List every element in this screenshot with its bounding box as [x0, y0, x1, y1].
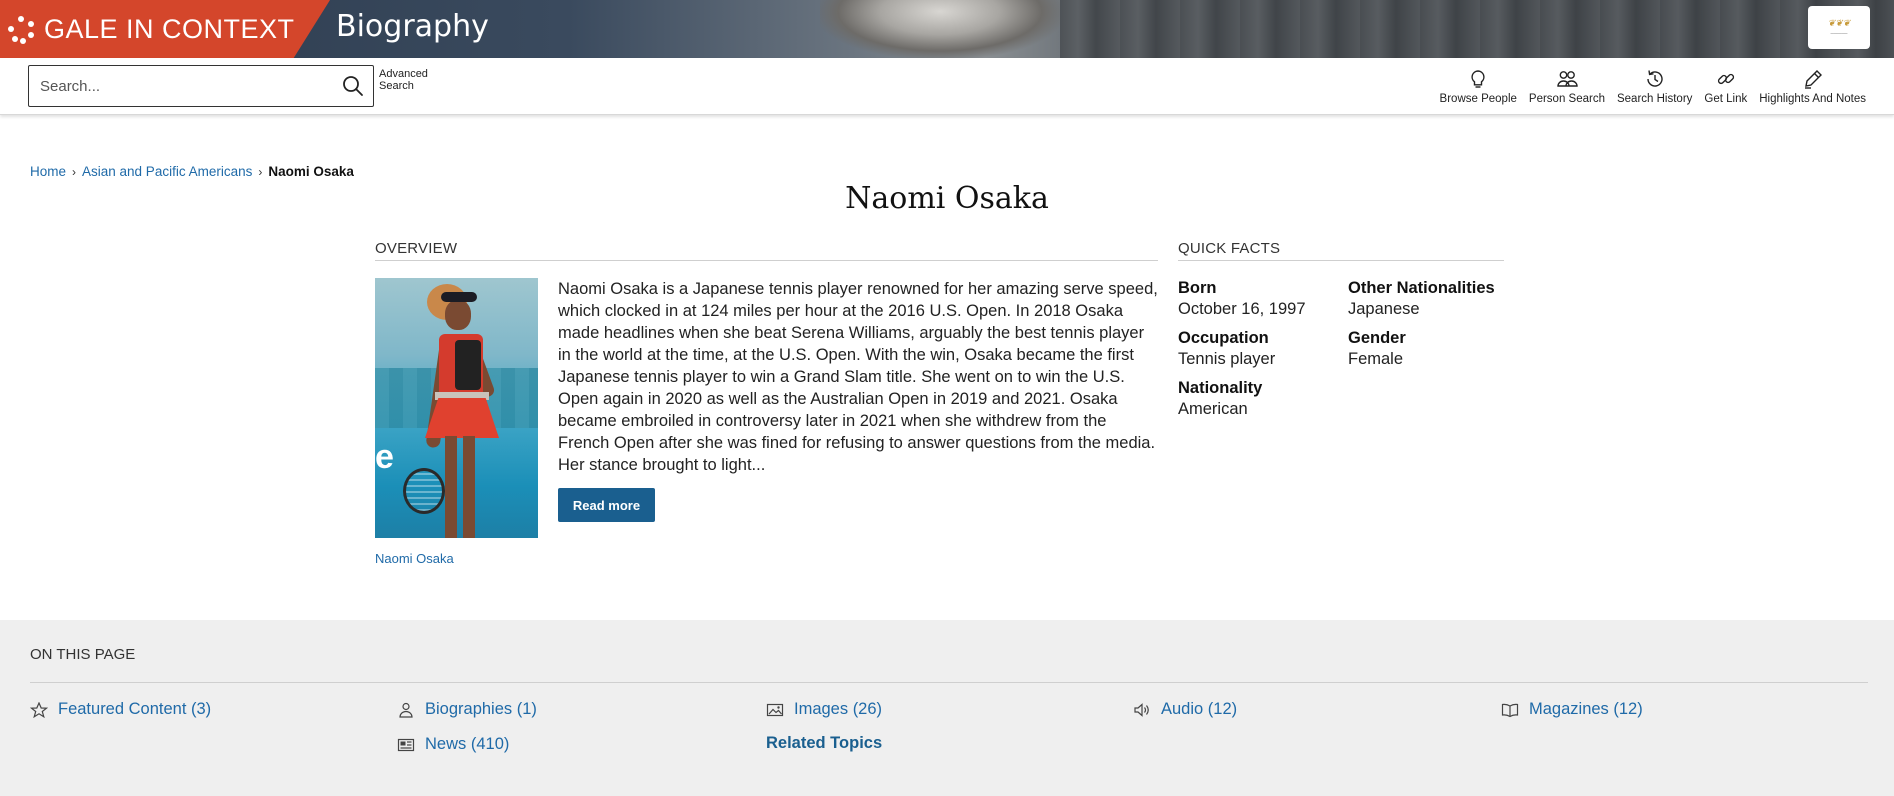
search-box [28, 65, 374, 107]
pen-icon [1804, 70, 1822, 89]
fact-gender: Gender Female [1348, 329, 1406, 368]
images-link[interactable]: Images (26) [766, 700, 882, 719]
star-icon [30, 701, 48, 718]
search-toolbar: Advanced Search Browse People Person Sea… [0, 58, 1894, 115]
search-icon [343, 76, 363, 96]
breadcrumb-category[interactable]: Asian and Pacific Americans [82, 164, 252, 179]
brand-name: GALE IN CONTEXT [44, 13, 295, 44]
featured-content-link[interactable]: Featured Content (3) [30, 700, 211, 719]
fact-other-nationalities: Other Nationalities Japanese [1348, 279, 1495, 318]
fact-nationality: Nationality American [1178, 379, 1263, 418]
library-logo[interactable]: ❦❦❦ ────── [1808, 6, 1870, 49]
fact-occupation: Occupation Tennis player [1178, 329, 1276, 368]
link-icon [1717, 73, 1734, 85]
news-link[interactable]: News (410) [397, 735, 509, 754]
gale-logo-icon [6, 14, 36, 44]
on-this-page-heading: ON THIS PAGE [30, 646, 136, 663]
image-icon [766, 703, 784, 716]
magazines-link[interactable]: Magazines (12) [1501, 700, 1643, 719]
gale-logo[interactable]: GALE IN CONTEXT [0, 0, 330, 58]
portrait-image[interactable]: e [375, 278, 538, 538]
get-link-button[interactable]: Get Link [1704, 68, 1747, 105]
related-topics-link[interactable]: Related Topics [766, 734, 882, 753]
overview-heading: OVERVIEW [375, 240, 1158, 261]
browse-people-button[interactable]: Browse People [1440, 68, 1517, 105]
person-icon [399, 702, 413, 718]
audio-link[interactable]: Audio (12) [1133, 700, 1237, 719]
advanced-search-link[interactable]: Advanced Search [379, 68, 428, 92]
read-more-button[interactable]: Read more [558, 488, 655, 522]
search-button[interactable] [333, 66, 373, 106]
search-input[interactable] [29, 67, 333, 105]
speaker-icon [1134, 702, 1149, 717]
newspaper-icon [397, 738, 415, 751]
lightbulb-icon [1471, 70, 1485, 88]
page-title: Naomi Osaka [845, 181, 1049, 216]
biographies-link[interactable]: Biographies (1) [397, 700, 537, 719]
tennis-racket [403, 468, 445, 514]
product-name[interactable]: Biography [336, 9, 489, 44]
chevron-right-icon: › [258, 164, 263, 179]
people-icon [1557, 71, 1578, 87]
quick-facts: Born October 16, 1997 Other Nationalitie… [1178, 278, 1508, 420]
open-book-icon [1501, 703, 1519, 717]
history-icon [1646, 70, 1663, 87]
breadcrumb-home[interactable]: Home [30, 164, 66, 179]
quick-facts-heading: QUICK FACTS [1178, 240, 1504, 261]
person-search-button[interactable]: Person Search [1529, 68, 1605, 105]
banner-background-image [820, 0, 1060, 58]
highlights-notes-button[interactable]: Highlights And Notes [1759, 68, 1866, 105]
breadcrumb: Home › Asian and Pacific Americans › Nao… [30, 164, 354, 179]
breadcrumb-current: Naomi Osaka [268, 164, 354, 179]
toolbar-tools: Browse People Person Search Search Histo… [1440, 68, 1866, 105]
search-history-button[interactable]: Search History [1617, 68, 1692, 105]
top-banner: GALE IN CONTEXT Biography ❦❦❦ ────── [0, 0, 1894, 58]
fact-born: Born October 16, 1997 [1178, 279, 1306, 318]
image-caption-link[interactable]: Naomi Osaka [375, 551, 454, 566]
overview-summary: Naomi Osaka is a Japanese tennis player … [558, 280, 1158, 474]
chevron-right-icon: › [72, 164, 77, 179]
on-this-page-section: ON THIS PAGE Featured Content (3) Biogra… [0, 620, 1894, 796]
